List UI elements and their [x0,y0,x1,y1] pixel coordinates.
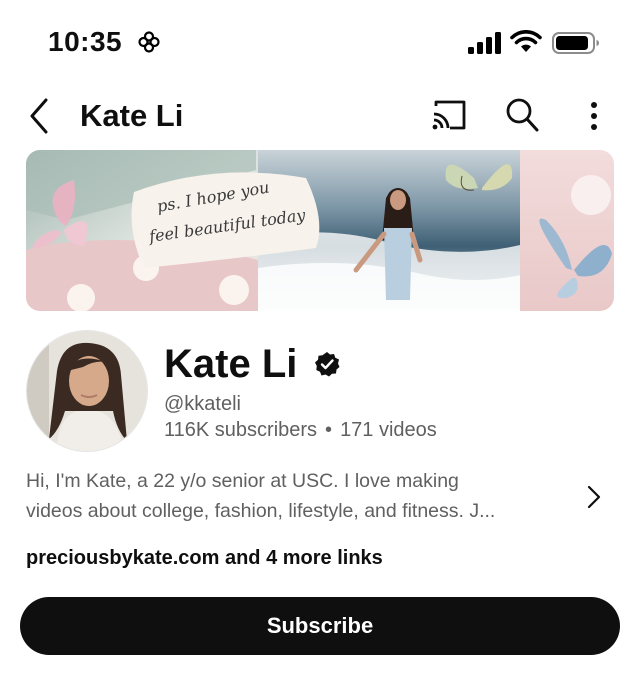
channel-links[interactable]: preciousbykate.com and 4 more links [26,544,383,572]
focus-flower-icon [138,31,160,53]
wifi-icon [510,30,542,52]
video-count: 171 videos [340,419,437,441]
top-nav-bar: Kate Li [0,88,640,144]
more-icon[interactable] [582,96,606,136]
battery-icon [552,32,599,54]
channel-stats: 116K subscribers • 171 videos [164,418,437,442]
channel-banner[interactable]: ps. I hope you feel beautiful today [26,150,614,311]
search-icon[interactable] [504,96,540,134]
description-line: videos about college, fashion, lifestyle… [26,500,496,522]
cast-icon[interactable] [430,98,468,134]
back-icon[interactable] [24,96,56,136]
subscriber-count: 116K subscribers [164,419,318,441]
verified-check-icon [315,352,340,377]
subscribe-button[interactable]: Subscribe [20,597,620,655]
banner-collage: ps. I hope you feel beautiful today [26,150,614,311]
chevron-right-icon[interactable] [584,482,604,512]
avatar[interactable] [26,330,148,452]
description-line: Hi, I'm Kate, a 22 y/o senior at USC. I … [26,470,459,492]
status-time: 10:35 [48,26,123,57]
separator-dot: • [325,419,333,441]
signal-icon [468,32,501,54]
channel-name: Kate Li [164,342,298,386]
page-title: Kate Li [80,98,184,133]
status-bar: 10:35 [0,0,640,86]
channel-description[interactable]: Hi, I'm Kate, a 22 y/o senior at USC. I … [26,466,566,526]
channel-handle: @kkateli [164,393,241,415]
avatar-photo [27,331,147,451]
